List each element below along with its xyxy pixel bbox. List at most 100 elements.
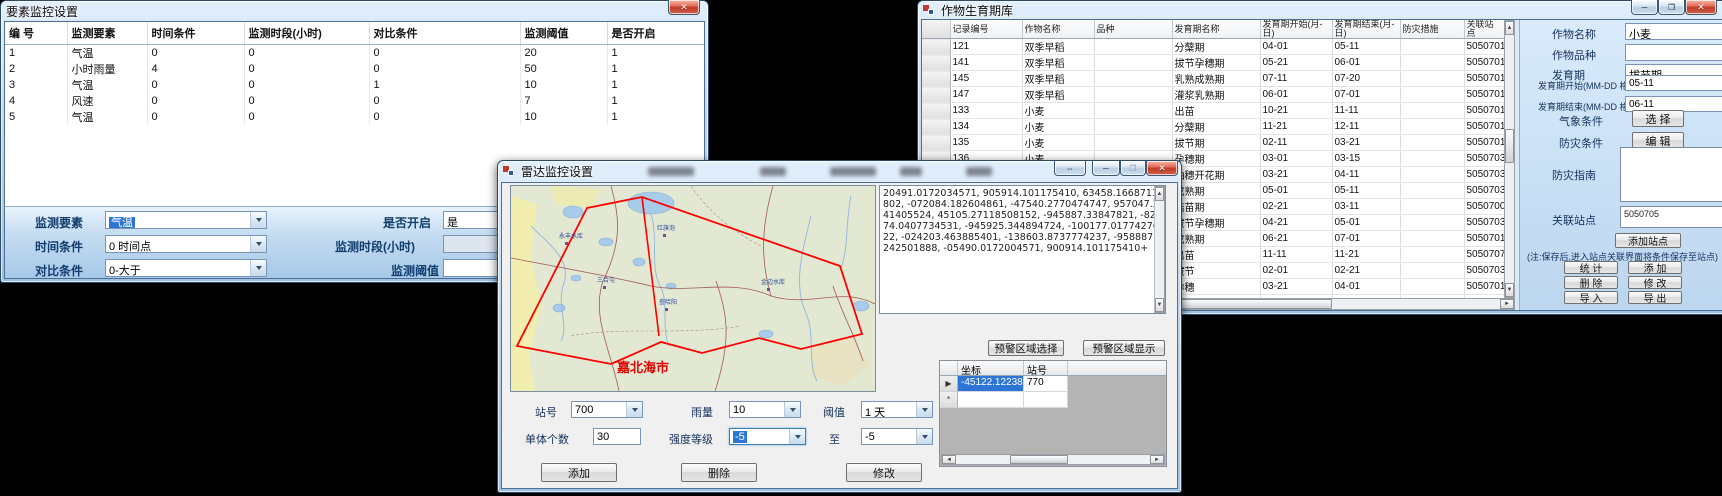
table-row[interactable]: 2小时雨量400501 xyxy=(5,61,704,77)
chevron-down-icon[interactable] xyxy=(784,402,800,417)
table-row[interactable]: 145双季早稻乳熟成熟期07-1107-205050701 xyxy=(922,71,1504,87)
close-button[interactable]: ✕ xyxy=(668,0,700,15)
vscroll-thumb[interactable] xyxy=(1505,129,1514,163)
column-header[interactable]: 是否开启 xyxy=(607,22,704,45)
element-combo[interactable]: 气温 xyxy=(105,211,267,229)
period-start-field[interactable]: 05-11 xyxy=(1625,75,1722,91)
grid-col-station[interactable]: 站号 xyxy=(1024,361,1068,375)
warning-area-select-button[interactable]: 预警区域选择 xyxy=(988,340,1064,356)
region-coords-textarea[interactable]: 20491.0172034571, 905914.101175410, 6345… xyxy=(879,185,1166,314)
warning-area-display-button[interactable]: 预警区域显示 xyxy=(1083,340,1165,356)
scroll-down-icon[interactable]: ▼ xyxy=(1505,283,1514,297)
column-header[interactable]: 对比条件 xyxy=(369,22,520,45)
table-row[interactable]: 133小麦出苗10-2111-115050701 xyxy=(922,103,1504,119)
grid-station-value[interactable]: 770 xyxy=(1024,376,1068,392)
minimize-button[interactable]: ─ xyxy=(1631,0,1658,15)
chevron-down-icon[interactable] xyxy=(250,236,266,252)
guide-textarea[interactable] xyxy=(1620,147,1722,202)
chevron-down-icon[interactable] xyxy=(250,212,266,228)
column-header[interactable]: 时间条件 xyxy=(147,22,244,45)
panel-button[interactable]: 添 加 xyxy=(1628,261,1682,274)
column-header[interactable]: 监测时段(小时) xyxy=(244,22,369,45)
panel-button[interactable]: 导 入 xyxy=(1564,291,1618,304)
region-map[interactable]: 永丰水库红旗泡三合屯查哈阳金边水库 嘉北海市 xyxy=(510,185,876,392)
station-combo[interactable]: 700 xyxy=(571,401,643,418)
radar-window-titlebar[interactable]: 雷达监控设置 ⇔ ─ ❐ ✕ xyxy=(498,161,1181,182)
scroll-up-icon[interactable]: ▲ xyxy=(1155,187,1164,201)
intensity-to-combo[interactable]: -5 xyxy=(861,428,933,445)
chevron-down-icon[interactable] xyxy=(789,429,805,444)
scroll-right-icon[interactable]: ► xyxy=(1150,455,1164,464)
column-header[interactable]: 记录编号 xyxy=(950,20,1022,39)
crop-window-titlebar[interactable]: 作物生育期库 ─ ❐ ✕ xyxy=(918,1,1722,19)
scroll-right-icon[interactable]: ► xyxy=(1500,299,1514,309)
grid-new-row[interactable]: * xyxy=(940,392,1068,408)
coords-vscrollbar[interactable]: ▲ ▼ xyxy=(1154,186,1165,313)
add-station-button[interactable]: 添加站点 xyxy=(1615,233,1681,248)
column-header[interactable]: 作物名称 xyxy=(1022,20,1094,39)
column-header[interactable]: 发育期结束(月-日) xyxy=(1332,20,1400,39)
app-icon xyxy=(923,5,936,16)
table-row[interactable]: 1气温000201 xyxy=(5,45,704,62)
scroll-left-icon[interactable]: ◄ xyxy=(942,455,956,464)
chevron-down-icon[interactable] xyxy=(250,260,266,276)
column-header[interactable]: 发育期名称 xyxy=(1172,20,1260,39)
scroll-up-icon[interactable]: ▲ xyxy=(1505,21,1514,35)
panel-button[interactable]: 统 计 xyxy=(1564,261,1618,274)
chevron-down-icon[interactable] xyxy=(916,429,932,444)
table-row[interactable]: 3气温001101 xyxy=(5,77,704,93)
close-button[interactable]: ✕ xyxy=(1685,0,1717,15)
language-switch-button[interactable]: ⇔ xyxy=(1054,161,1086,176)
variety-label: 作物品种 xyxy=(1552,47,1596,63)
crop-table-vscrollbar[interactable]: ▲ ▼ xyxy=(1504,20,1515,298)
grid-hscrollbar[interactable]: ◄ ► xyxy=(941,454,1165,465)
station-textarea[interactable]: 5050705 xyxy=(1620,206,1722,228)
time-combo[interactable]: 0 时间点 xyxy=(105,235,267,253)
table-row[interactable]: 147双季早稻灌浆乳熟期06-0107-015050701 xyxy=(922,87,1504,103)
table-row[interactable]: 4风速00071 xyxy=(5,93,704,109)
column-header[interactable]: 发育期开始(月-日) xyxy=(1260,20,1332,39)
element-window-titlebar[interactable]: 要素监控设置 ✕ xyxy=(1,1,708,21)
rain-combo[interactable]: 10 xyxy=(729,401,801,418)
panel-button[interactable]: 导 出 xyxy=(1628,291,1682,304)
table-row[interactable]: 135小麦拔节期02-1103-215050701 xyxy=(922,135,1504,151)
intensity-to-value: -5 xyxy=(862,429,916,444)
crop-edit-panel: 作物名称 小麦 作物品种 发育期 拔节期 发育期开始(MM-DD 格式) 05-… xyxy=(1519,20,1722,310)
maximize-button[interactable]: ❐ xyxy=(1120,161,1146,176)
variety-combo[interactable] xyxy=(1625,44,1722,61)
scroll-down-icon[interactable]: ▼ xyxy=(1155,298,1164,312)
close-button[interactable]: ✕ xyxy=(1146,161,1178,176)
threshold-combo[interactable]: 1 天 xyxy=(861,401,933,418)
chevron-down-icon[interactable] xyxy=(916,402,932,417)
column-header[interactable]: 监测阈值 xyxy=(520,22,607,45)
grid-row[interactable]: ▶ -45122.12238... 770 xyxy=(940,376,1068,392)
column-header[interactable]: 防灾措施 xyxy=(1400,20,1464,39)
column-header[interactable]: 编 号 xyxy=(5,22,67,45)
language-switch-icon: ⇔ xyxy=(1066,164,1074,173)
panel-button[interactable]: 修 改 xyxy=(1628,276,1682,289)
cell-count-field[interactable]: 30 xyxy=(593,428,641,445)
time-value: 0 时间点 xyxy=(106,236,250,252)
minimize-button[interactable]: ─ xyxy=(1092,161,1120,176)
intensity-combo[interactable]: -5 xyxy=(729,428,806,445)
column-header[interactable] xyxy=(922,20,950,39)
modify-button[interactable]: 修改 xyxy=(846,463,922,482)
crop-name-combo[interactable]: 小麦 xyxy=(1625,23,1722,40)
add-button[interactable]: 添加 xyxy=(541,463,617,482)
grid-coord-value[interactable]: -45122.12238... xyxy=(958,376,1024,392)
delete-button[interactable]: 删除 xyxy=(681,463,757,482)
column-header[interactable]: 关联站点 xyxy=(1464,20,1504,39)
chevron-down-icon[interactable] xyxy=(626,402,642,417)
table-row[interactable]: 134小麦分蘖期11-2112-115050701 xyxy=(922,119,1504,135)
grid-col-coord[interactable]: 坐标 xyxy=(958,361,1024,375)
table-row[interactable]: 5气温000101 xyxy=(5,109,704,125)
column-header[interactable]: 监测要素 xyxy=(67,22,147,45)
compare-combo[interactable]: 0-大于 xyxy=(105,259,267,277)
weather-select-button[interactable]: 选 择 xyxy=(1632,110,1684,127)
maximize-button[interactable]: ❐ xyxy=(1658,0,1685,15)
panel-button[interactable]: 删 除 xyxy=(1564,276,1618,289)
hscroll-thumb[interactable] xyxy=(1010,455,1068,464)
column-header[interactable]: 品种 xyxy=(1094,20,1172,39)
table-row[interactable]: 121双季早稻分蘖期04-0105-115050701 xyxy=(922,39,1504,55)
table-row[interactable]: 141双季早稻拔节孕穗期05-2106-015050701 xyxy=(922,55,1504,71)
